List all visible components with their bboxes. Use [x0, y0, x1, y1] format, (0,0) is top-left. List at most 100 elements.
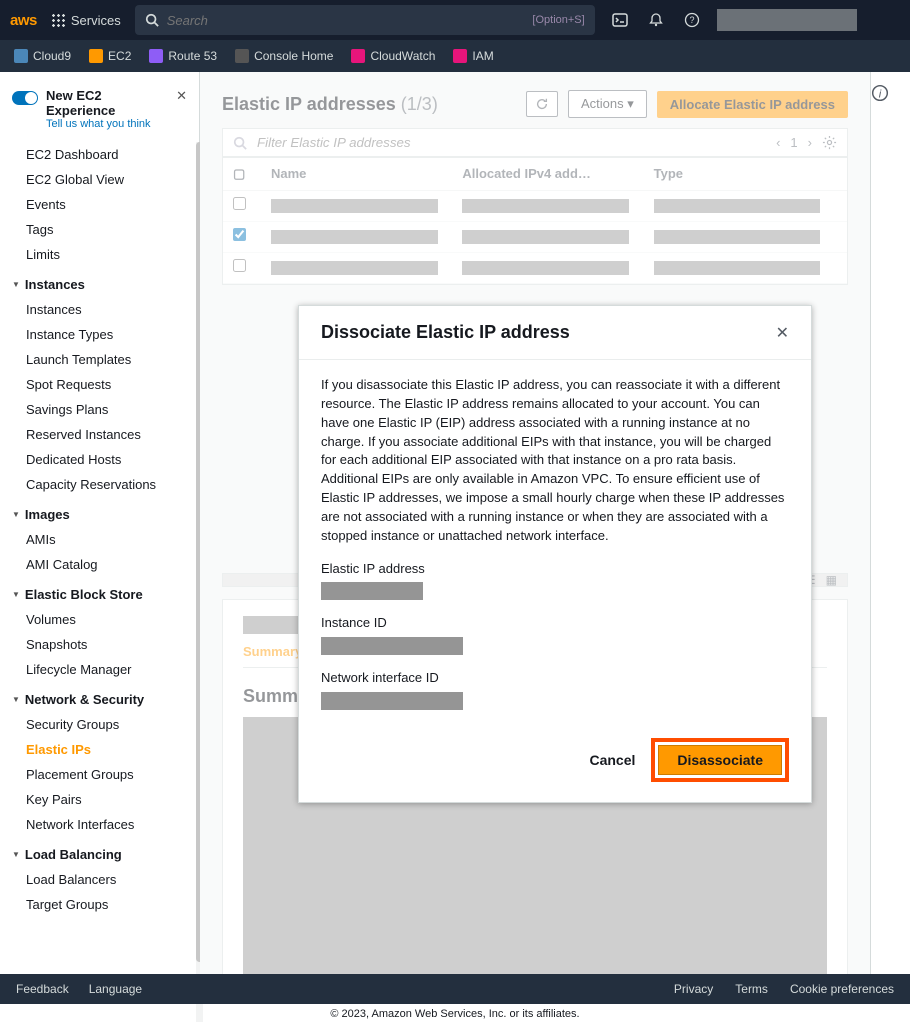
nav-section-header[interactable]: Images [0, 497, 199, 527]
nav-item[interactable]: Target Groups [0, 892, 199, 917]
nav-section-header[interactable]: Network & Security [0, 682, 199, 712]
nav-item[interactable]: EC2 Global View [0, 167, 199, 192]
nav-item[interactable]: Reserved Instances [0, 422, 199, 447]
search-input[interactable] [167, 13, 525, 28]
nav-item[interactable]: EC2 Dashboard [0, 142, 199, 167]
search-shortcut: [Option+S] [532, 14, 584, 26]
value-instance-id [321, 637, 463, 655]
nav-item[interactable]: Instance Types [0, 322, 199, 347]
iam-icon [453, 49, 467, 63]
filter-input[interactable] [257, 135, 766, 150]
close-icon[interactable]: ✕ [176, 88, 187, 104]
highlight-box: Disassociate [651, 738, 789, 782]
bell-icon[interactable] [645, 9, 667, 31]
nav-item[interactable]: Launch Templates [0, 347, 199, 372]
new-exp-title: New EC2 Experience [46, 88, 168, 118]
nav-item[interactable]: AMIs [0, 527, 199, 552]
nav-item[interactable]: Key Pairs [0, 787, 199, 812]
close-icon[interactable]: ✕ [776, 323, 789, 343]
feedback-link[interactable]: Feedback [16, 982, 69, 996]
nav-item[interactable]: Network Interfaces [0, 812, 199, 837]
nav-item[interactable]: Capacity Reservations [0, 472, 199, 497]
nav-item[interactable]: Limits [0, 242, 199, 267]
nav-item[interactable]: AMI Catalog [0, 552, 199, 577]
cloudwatch-icon [351, 49, 365, 63]
label-instance-id: Instance ID [321, 614, 789, 633]
nav-item[interactable]: Instances [0, 297, 199, 322]
fav-cloud9[interactable]: Cloud9 [14, 49, 71, 63]
fav-label: Console Home [254, 49, 333, 63]
ec2-icon [89, 49, 103, 63]
actions-dropdown[interactable]: Actions ▾ [568, 90, 647, 118]
nav-item[interactable]: Elastic IPs [0, 737, 199, 762]
modal-description: If you disassociate this Elastic IP addr… [321, 376, 789, 546]
nav-item[interactable]: Lifecycle Manager [0, 657, 199, 682]
services-menu[interactable]: Services [51, 13, 121, 28]
table-row[interactable] [223, 191, 847, 222]
page-number: 1 [790, 135, 797, 150]
info-icon[interactable]: i [871, 84, 910, 102]
nav-item[interactable]: Snapshots [0, 632, 199, 657]
refresh-button[interactable] [526, 91, 558, 117]
nav-item[interactable]: Events [0, 192, 199, 217]
privacy-link[interactable]: Privacy [674, 982, 713, 996]
row-checkbox[interactable] [233, 197, 246, 210]
row-checkbox[interactable] [233, 259, 246, 272]
fav-cloudwatch[interactable]: CloudWatch [351, 49, 435, 63]
fav-label: CloudWatch [370, 49, 435, 63]
copyright: © 2023, Amazon Web Services, Inc. or its… [0, 1004, 910, 1024]
nav-section-header[interactable]: Instances [0, 267, 199, 297]
cloud9-icon [14, 49, 28, 63]
settings-icon[interactable] [822, 135, 837, 150]
terms-link[interactable]: Terms [735, 982, 768, 996]
sidebar: New EC2 Experience Tell us what you thin… [0, 72, 200, 978]
nav-section-header[interactable]: Load Balancing [0, 837, 199, 867]
search-icon [233, 136, 247, 150]
nav-item[interactable]: Security Groups [0, 712, 199, 737]
nav-item[interactable]: Spot Requests [0, 372, 199, 397]
layout-grid-icon[interactable]: ▦ [826, 573, 837, 587]
help-icon[interactable]: ? [681, 9, 703, 31]
column-name[interactable]: Name [263, 166, 454, 182]
nav-item[interactable]: Placement Groups [0, 762, 199, 787]
cloudshell-icon[interactable] [609, 9, 631, 31]
fav-iam[interactable]: IAM [453, 49, 493, 63]
select-all-checkbox[interactable]: ▢ [233, 166, 263, 182]
table-row[interactable] [223, 253, 847, 284]
account-menu[interactable] [717, 9, 857, 31]
fav-label: Cloud9 [33, 49, 71, 63]
row-checkbox[interactable] [233, 228, 246, 241]
refresh-icon [535, 97, 549, 111]
label-eip: Elastic IP address [321, 560, 789, 579]
next-page[interactable]: › [808, 135, 812, 150]
global-nav: aws Services [Option+S] ? [0, 0, 910, 40]
nav-item[interactable]: Tags [0, 217, 199, 242]
nav-item[interactable]: Dedicated Hosts [0, 447, 199, 472]
eip-table: ▢ Name Allocated IPv4 add… Type [222, 157, 848, 285]
value-eni-id [321, 692, 463, 710]
fav-label: IAM [472, 49, 493, 63]
fav-ec2[interactable]: EC2 [89, 49, 131, 63]
disassociate-button[interactable]: Disassociate [658, 745, 782, 775]
nav-section-header[interactable]: Elastic Block Store [0, 577, 199, 607]
column-allocated-ipv4[interactable]: Allocated IPv4 add… [454, 166, 645, 182]
aws-logo[interactable]: aws [10, 12, 37, 29]
language-link[interactable]: Language [89, 982, 142, 996]
nav-item[interactable]: Load Balancers [0, 867, 199, 892]
fav-route53[interactable]: Route 53 [149, 49, 217, 63]
cancel-button[interactable]: Cancel [589, 752, 635, 768]
allocate-eip-button[interactable]: Allocate Elastic IP address [657, 91, 848, 118]
info-rail: i [870, 72, 910, 978]
nav-item[interactable]: Volumes [0, 607, 199, 632]
nav-item[interactable]: Savings Plans [0, 397, 199, 422]
svg-text:i: i [879, 89, 882, 101]
console-footer: Feedback Language Privacy Terms Cookie p… [0, 974, 910, 1004]
cookie-link[interactable]: Cookie preferences [790, 982, 894, 996]
table-row[interactable] [223, 222, 847, 253]
new-exp-feedback-link[interactable]: Tell us what you think [46, 118, 168, 130]
prev-page[interactable]: ‹ [776, 135, 780, 150]
new-experience-toggle[interactable] [12, 91, 38, 105]
column-type[interactable]: Type [646, 166, 837, 182]
fav-console-home[interactable]: Console Home [235, 49, 333, 63]
search-box[interactable]: [Option+S] [135, 5, 595, 35]
